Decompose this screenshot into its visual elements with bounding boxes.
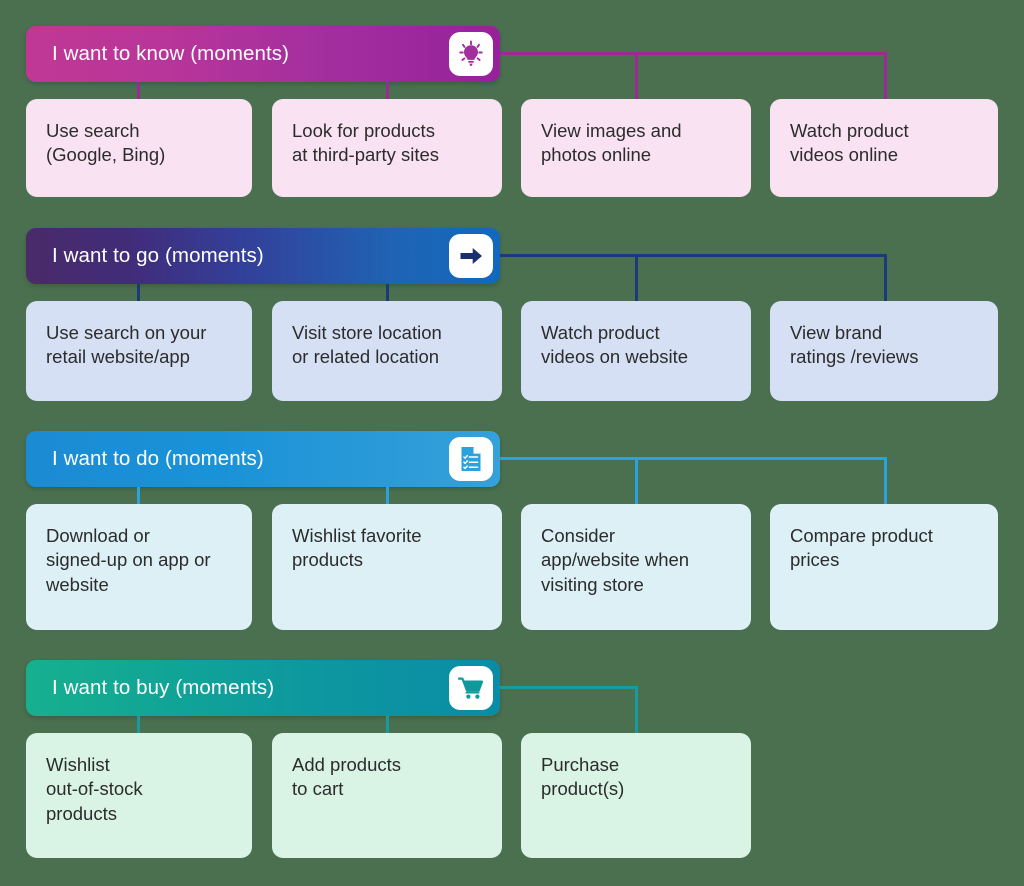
card-go-1[interactable]: Use search on your retail website/app — [26, 301, 252, 401]
connector-horizontal-go — [500, 254, 886, 257]
row-header-label-know: I want to know (moments) — [52, 42, 290, 65]
connector-drop-do-3 — [635, 457, 638, 509]
row-header-do[interactable]: I want to do (moments) — [26, 431, 500, 487]
connector-drop-buy-3 — [635, 686, 638, 738]
card-go-3[interactable]: Watch product videos on website — [521, 301, 751, 401]
lightbulb-icon — [449, 32, 493, 76]
checklist-document-icon — [449, 437, 493, 481]
diagram-canvas: I want to know (moments) Use search (Goo… — [0, 0, 1024, 886]
card-do-2[interactable]: Wishlist favorite products — [272, 504, 502, 630]
shopping-cart-icon — [449, 666, 493, 710]
connector-horizontal-buy — [500, 686, 637, 689]
card-buy-3[interactable]: Purchase product(s) — [521, 733, 751, 858]
card-buy-2[interactable]: Add products to cart — [272, 733, 502, 858]
row-header-go[interactable]: I want to go (moments) — [26, 228, 500, 284]
card-know-2[interactable]: Look for products at third-party sites — [272, 99, 502, 197]
connector-drop-go-3 — [635, 254, 638, 306]
card-know-1[interactable]: Use search (Google, Bing) — [26, 99, 252, 197]
card-know-3[interactable]: View images and photos online — [521, 99, 751, 197]
card-do-1[interactable]: Download or signed-up on app or website — [26, 504, 252, 630]
row-header-label-buy: I want to buy (moments) — [52, 676, 275, 699]
connector-horizontal-know — [500, 52, 886, 55]
connector-drop-go-4 — [884, 254, 887, 306]
card-go-2[interactable]: Visit store location or related location — [272, 301, 502, 401]
row-header-label-do: I want to do (moments) — [52, 447, 264, 470]
card-do-3[interactable]: Consider app/website when visiting store — [521, 504, 751, 630]
card-do-4[interactable]: Compare product prices — [770, 504, 998, 630]
connector-drop-know-3 — [635, 52, 638, 104]
card-buy-1[interactable]: Wishlist out-of-stock products — [26, 733, 252, 858]
connector-drop-know-4 — [884, 52, 887, 104]
connector-horizontal-do — [500, 457, 886, 460]
card-go-4[interactable]: View brand ratings /reviews — [770, 301, 998, 401]
arrow-right-icon — [449, 234, 493, 278]
connector-drop-do-4 — [884, 457, 887, 509]
row-header-label-go: I want to go (moments) — [52, 244, 264, 267]
row-header-know[interactable]: I want to know (moments) — [26, 26, 500, 82]
card-know-4[interactable]: Watch product videos online — [770, 99, 998, 197]
row-header-buy[interactable]: I want to buy (moments) — [26, 660, 500, 716]
